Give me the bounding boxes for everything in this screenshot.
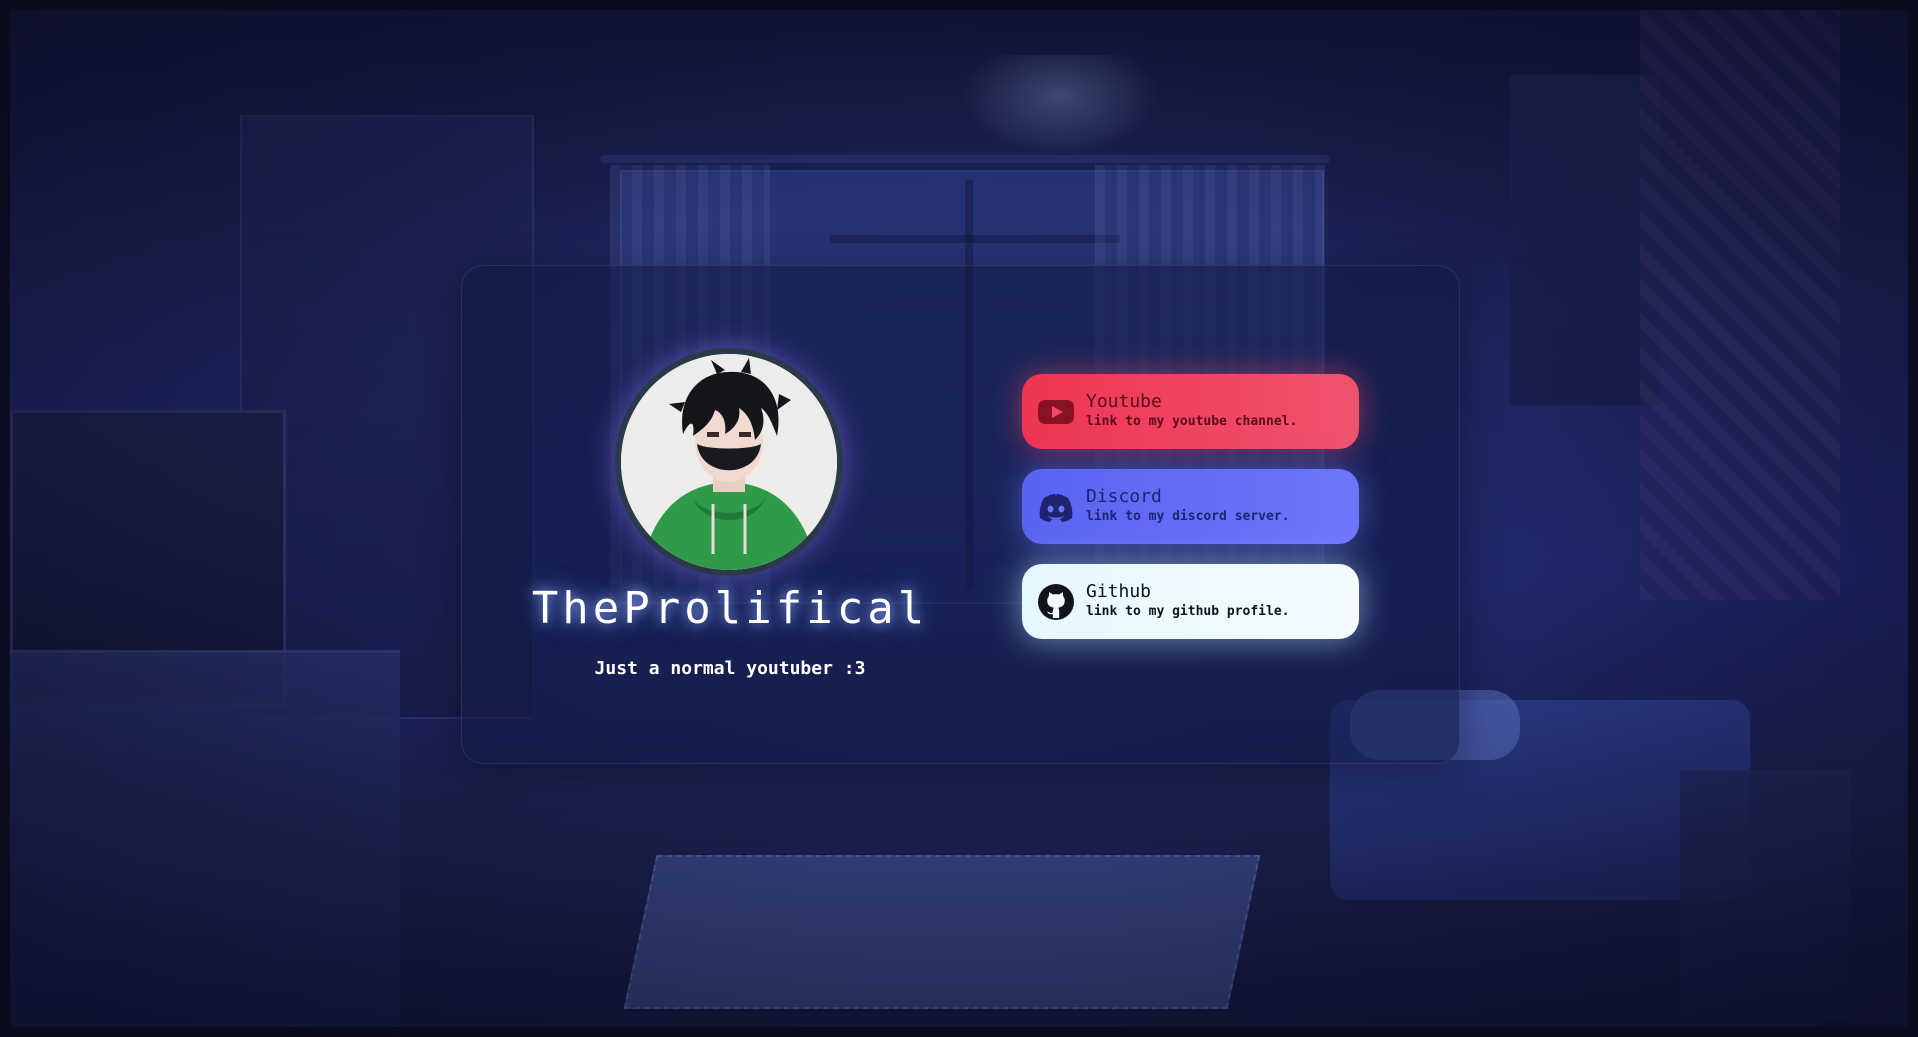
profile-bio: Just a normal youtuber :3 bbox=[594, 658, 866, 679]
youtube-icon bbox=[1038, 400, 1074, 424]
avatar-image bbox=[621, 354, 837, 570]
discord-link-button[interactable]: Discord link to my discord server. bbox=[1022, 469, 1359, 544]
github-link-title: Github bbox=[1086, 581, 1152, 602]
page-background: TheProlifical Just a normal youtuber :3 … bbox=[0, 0, 1918, 1037]
github-link-button[interactable]: Github link to my github profile. bbox=[1022, 564, 1359, 639]
avatar bbox=[615, 348, 843, 576]
github-link-description: link to my github profile. bbox=[1086, 604, 1290, 619]
youtube-link-title: Youtube bbox=[1086, 391, 1162, 412]
youtube-link-description: link to my youtube channel. bbox=[1086, 414, 1298, 429]
discord-icon bbox=[1039, 494, 1073, 522]
avatar-masked-boy-icon bbox=[621, 354, 837, 570]
profile-name: TheProlifical bbox=[531, 583, 929, 634]
github-icon bbox=[1038, 584, 1074, 620]
youtube-link-button[interactable]: Youtube link to my youtube channel. bbox=[1022, 374, 1359, 449]
discord-link-title: Discord bbox=[1086, 486, 1162, 507]
discord-link-description: link to my discord server. bbox=[1086, 509, 1290, 524]
